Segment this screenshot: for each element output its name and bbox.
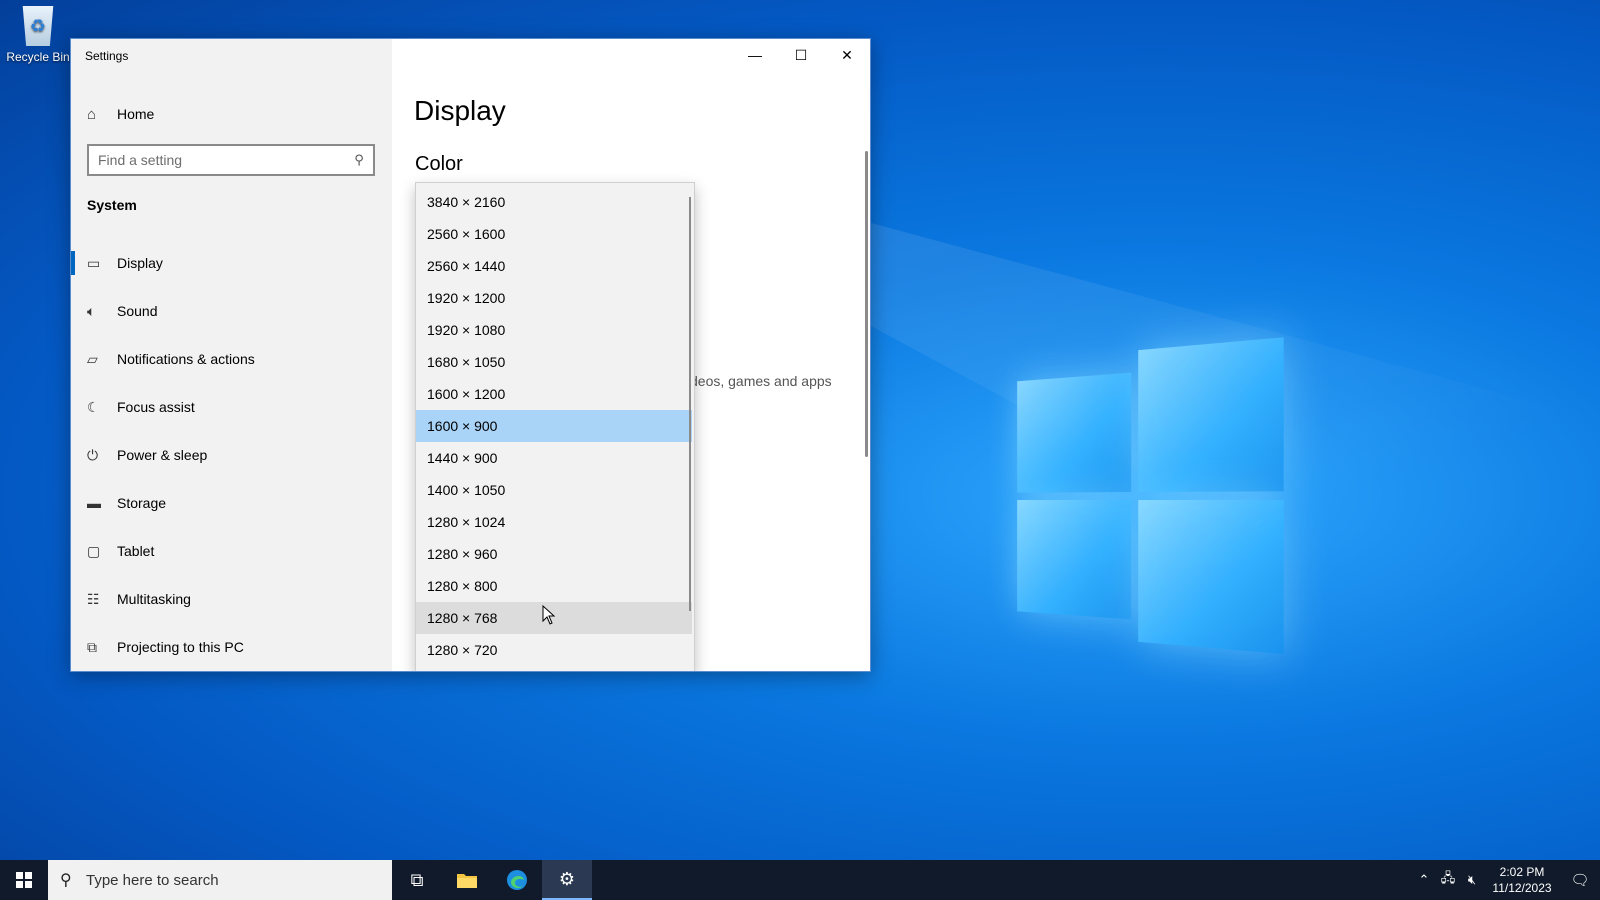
- taskbar-search-input[interactable]: [86, 871, 392, 889]
- maximize-button[interactable]: ☐: [778, 39, 824, 71]
- sidebar-item-label: Notifications & actions: [117, 351, 255, 367]
- recycle-bin-shortcut[interactable]: Recycle Bin: [4, 6, 72, 64]
- network-icon[interactable]: 🖧︎: [1436, 869, 1460, 891]
- recycle-bin-icon: [22, 6, 54, 46]
- hdr-description-text: deos, games and apps: [690, 373, 832, 389]
- search-icon: ⚲: [354, 152, 364, 167]
- sidebar: Settings ⌂ Home ⚲ System ▭ Display 🔈︎ So…: [71, 39, 392, 671]
- sidebar-item-label: Storage: [117, 495, 167, 511]
- clock-date: 11/12/2023: [1492, 881, 1552, 895]
- minimize-button[interactable]: —: [732, 39, 778, 71]
- resolution-option[interactable]: 1280 × 1024: [416, 506, 692, 538]
- tablet-icon: ▢: [87, 542, 101, 559]
- resolution-dropdown-list: 3840 × 2160 2560 × 1600 2560 × 1440 1920…: [415, 182, 695, 671]
- nav-home[interactable]: ⌂ Home: [87, 99, 154, 129]
- mouse-cursor-icon: [542, 605, 556, 625]
- find-setting-search[interactable]: ⚲: [87, 144, 375, 176]
- content-scrollbar[interactable]: [865, 151, 868, 457]
- file-explorer-button[interactable]: [442, 860, 492, 900]
- taskbar: ⚲ ⧉ ⚙ ⌃ 🖧︎ 🔇︎ 2:02 PM 11/12/2023 🗨︎: [0, 860, 1600, 900]
- home-icon: ⌂: [87, 105, 97, 123]
- search-input[interactable]: [98, 152, 345, 168]
- sidebar-item-label: Multitasking: [117, 591, 191, 607]
- windows-start-icon: [16, 872, 32, 888]
- page-title: Display: [414, 95, 506, 126]
- multitasking-icon: ☷: [87, 590, 100, 607]
- sidebar-item-storage[interactable]: ▬ Storage: [71, 479, 392, 527]
- resolution-option[interactable]: 1280 × 960: [416, 538, 692, 570]
- windows-logo-wallpaper: [1017, 337, 1284, 662]
- sidebar-item-label: Tablet: [117, 543, 155, 559]
- sidebar-item-label: Projecting to this PC: [117, 639, 244, 655]
- chevron-up-icon[interactable]: ⌃: [1412, 872, 1436, 888]
- settings-window: Settings ⌂ Home ⚲ System ▭ Display 🔈︎ So…: [70, 38, 871, 672]
- recycle-bin-label: Recycle Bin: [6, 50, 70, 64]
- caption-buttons: — ☐ ✕: [732, 39, 870, 71]
- nav-home-label: Home: [117, 106, 155, 122]
- edge-icon: [507, 870, 527, 890]
- resolution-option[interactable]: 1920 × 1200: [416, 282, 692, 314]
- resolution-option[interactable]: 1280 × 800: [416, 570, 692, 602]
- resolution-option[interactable]: 1600 × 1200: [416, 378, 692, 410]
- sidebar-item-label: Power & sleep: [117, 447, 208, 463]
- sidebar-item-display[interactable]: ▭ Display: [71, 239, 392, 287]
- task-view-icon: ⧉: [410, 869, 424, 890]
- sidebar-item-tablet[interactable]: ▢ Tablet: [71, 527, 392, 575]
- resolution-option[interactable]: 3840 × 2160: [416, 186, 692, 218]
- sidebar-item-multitasking[interactable]: ☷ Multitasking: [71, 575, 392, 623]
- clock[interactable]: 2:02 PM 11/12/2023: [1484, 864, 1560, 896]
- dropdown-scrollbar[interactable]: [689, 197, 691, 611]
- resolution-option-selected[interactable]: 1600 × 900: [416, 410, 692, 442]
- sidebar-item-projecting[interactable]: ⧉ Projecting to this PC: [71, 623, 392, 671]
- resolution-option[interactable]: 1920 × 1080: [416, 314, 692, 346]
- clock-time: 2:02 PM: [1499, 865, 1545, 879]
- edge-button[interactable]: [492, 860, 542, 900]
- file-explorer-icon: [457, 874, 477, 888]
- speaker-icon: 🔈︎: [87, 302, 96, 319]
- power-icon: ⏻: [87, 446, 99, 463]
- sidebar-item-label: Sound: [117, 303, 158, 319]
- nav-list: ▭ Display 🔈︎ Sound ▱ Notifications & act…: [71, 239, 392, 671]
- sidebar-item-focus-assist[interactable]: ☾ Focus assist: [71, 383, 392, 431]
- start-button[interactable]: [0, 860, 48, 900]
- taskbar-search[interactable]: ⚲: [48, 860, 392, 900]
- section-label: System: [87, 197, 137, 213]
- projector-icon: ⧉: [87, 638, 97, 655]
- search-icon: ⚲: [60, 872, 72, 889]
- resolution-option[interactable]: 2560 × 1440: [416, 250, 692, 282]
- moon-icon: ☾: [87, 398, 100, 415]
- task-view-button[interactable]: ⧉: [392, 860, 442, 900]
- resolution-option[interactable]: 1440 × 900: [416, 442, 692, 474]
- resolution-option[interactable]: 1280 × 720: [416, 634, 692, 666]
- drive-icon: ▬: [87, 495, 101, 511]
- action-center-icon[interactable]: 🗨︎: [1560, 871, 1600, 889]
- system-tray: ⌃ 🖧︎ 🔇︎ 2:02 PM 11/12/2023 🗨︎: [1412, 860, 1600, 900]
- notification-icon: ▱: [87, 350, 98, 367]
- sidebar-item-power-sleep[interactable]: ⏻ Power & sleep: [71, 431, 392, 479]
- settings-button[interactable]: ⚙: [542, 860, 592, 900]
- close-button[interactable]: ✕: [824, 39, 870, 71]
- resolution-option[interactable]: 1680 × 1050: [416, 346, 692, 378]
- section-title: Color: [415, 153, 463, 175]
- sidebar-item-label: Focus assist: [117, 399, 195, 415]
- settings-icon: ⚙: [558, 868, 576, 889]
- resolution-option[interactable]: 2560 × 1600: [416, 218, 692, 250]
- volume-muted-icon[interactable]: 🔇︎: [1460, 872, 1484, 888]
- sidebar-item-sound[interactable]: 🔈︎ Sound: [71, 287, 392, 335]
- monitor-icon: ▭: [87, 254, 101, 271]
- sidebar-item-notifications[interactable]: ▱ Notifications & actions: [71, 335, 392, 383]
- window-title: Settings: [85, 49, 129, 63]
- sidebar-item-label: Display: [117, 255, 163, 271]
- resolution-option[interactable]: 1400 × 1050: [416, 474, 692, 506]
